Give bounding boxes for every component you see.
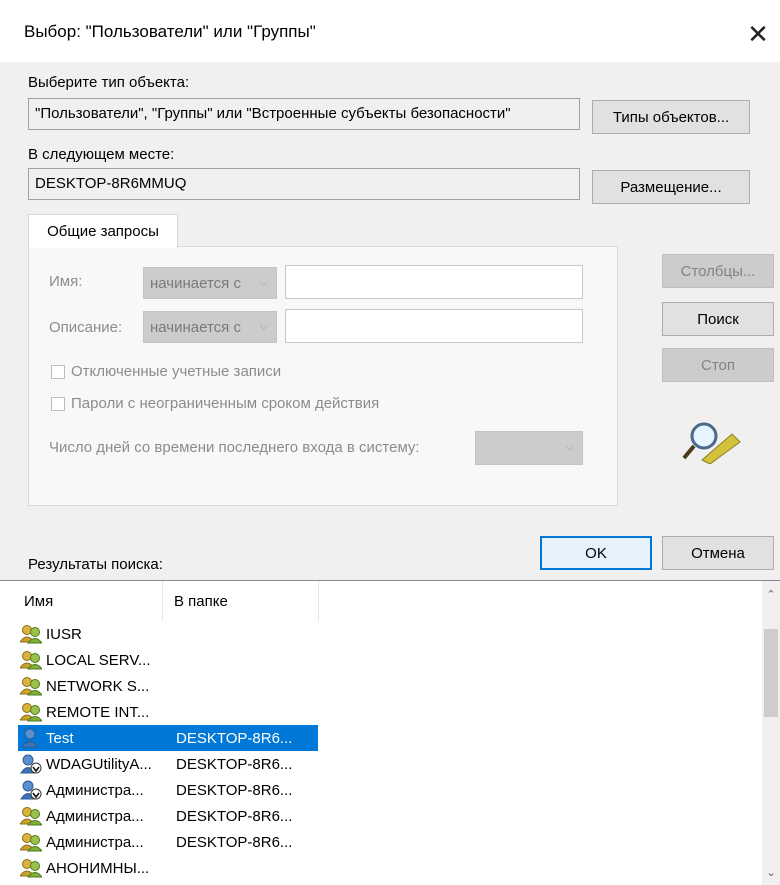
column-divider [162,581,163,621]
tab-common-queries[interactable]: Общие запросы [28,214,178,248]
row-folder: DESKTOP-8R6... [176,755,293,773]
close-icon[interactable]: ✕ [736,12,780,56]
table-row[interactable]: IUSR [18,621,318,647]
object-type-field: "Пользователи", "Группы" или "Встроенные… [28,98,580,130]
scroll-thumb[interactable] [764,629,778,717]
non-expiring-passwords-label: Пароли с неограниченным сроком действия [71,395,380,412]
column-header-name[interactable]: Имя [24,581,53,621]
columns-button[interactable]: Столбцы... [662,254,774,288]
description-match-combo-value: начинается с [150,318,241,336]
row-name: Test [46,729,74,747]
days-since-logon-label: Число дней со времени последнего входа в… [49,439,420,456]
row-folder: DESKTOP-8R6... [176,729,293,747]
object-type-label: Выберите тип объекта: [28,74,190,91]
chevron-down-icon: ⌵ [565,441,574,454]
group-icon [19,650,44,670]
user-icon [20,728,42,748]
title-bar: Выбор: "Пользователи" или "Группы" ✕ [0,0,780,62]
column-divider [318,581,319,621]
common-queries-panel: Имя: начинается с ⌵ Описание: начинается… [28,246,618,506]
location-label: В следующем месте: [28,146,175,163]
description-label: Описание: [49,319,123,336]
name-match-combo-value: начинается с [150,274,241,292]
row-name: NETWORK S... [46,677,150,695]
group-icon [19,624,44,644]
disabled-accounts-label: Отключенные учетные записи [71,363,282,380]
group-icon [19,832,44,852]
name-label: Имя: [49,273,83,290]
row-name: WDAGUtilityA... [46,755,152,773]
group-icon [19,806,44,826]
table-row[interactable]: LOCAL SERV... [18,647,318,673]
row-name: IUSR [46,625,82,643]
select-users-groups-dialog: Выбор: "Пользователи" или "Группы" ✕ Выб… [0,0,780,885]
search-magnifier-icon [682,422,741,464]
cancel-button[interactable]: Отмена [662,536,774,570]
row-folder: DESKTOP-8R6... [176,781,293,799]
scroll-down-icon[interactable]: ⌄ [762,863,780,881]
locations-button[interactable]: Размещение... [592,170,750,204]
row-name: Администра... [46,807,144,825]
group-icon [19,676,44,696]
table-row[interactable]: REMOTE INT... [18,699,318,725]
vertical-scrollbar[interactable]: ⌃ ⌄ [762,581,780,885]
group-icon [19,702,44,722]
chevron-down-icon: ⌵ [259,320,268,333]
days-since-logon-combo[interactable]: ⌵ [475,431,583,465]
search-button[interactable]: Поиск [662,302,774,336]
description-match-combo[interactable]: начинается с ⌵ [143,311,277,343]
row-name: Администра... [46,781,144,799]
row-folder: DESKTOP-8R6... [176,833,293,851]
stop-button[interactable]: Стоп [662,348,774,382]
name-match-combo[interactable]: начинается с ⌵ [143,267,277,299]
non-expiring-passwords-checkbox[interactable] [51,397,65,411]
scroll-up-icon[interactable]: ⌃ [762,585,780,603]
ok-button[interactable]: OK [540,536,652,570]
search-results-list[interactable]: Имя В папке IUSR LOCAL SERV... NETWORK S..… [0,580,780,885]
disabled-accounts-checkbox[interactable] [51,365,65,379]
row-name: Администра... [46,833,144,851]
description-input[interactable] [285,309,583,343]
table-row[interactable]: Администра... DESKTOP-8R6... [18,803,318,829]
search-results-label: Результаты поиска: [28,556,163,573]
window-title: Выбор: "Пользователи" или "Группы" [24,22,316,41]
name-input[interactable] [285,265,583,299]
disabled-user-icon [20,754,42,774]
table-row[interactable]: АНОНИМНЫ... [18,855,318,881]
column-header-folder[interactable]: В папке [174,581,228,621]
row-name: АНОНИМНЫ... [46,859,150,877]
object-types-button[interactable]: Типы объектов... [592,100,750,134]
group-icon [19,858,44,878]
table-row[interactable]: WDAGUtilityA... DESKTOP-8R6... [18,751,318,777]
row-name: REMOTE INT... [46,703,150,721]
disabled-user-icon [20,780,42,800]
chevron-down-icon: ⌵ [259,276,268,289]
table-row[interactable]: Test DESKTOP-8R6... [18,725,318,751]
row-name: LOCAL SERV... [46,651,151,669]
table-row[interactable]: NETWORK S... [18,673,318,699]
location-field: DESKTOP-8R6MMUQ [28,168,580,200]
row-folder: DESKTOP-8R6... [176,807,293,825]
table-row[interactable]: Администра... DESKTOP-8R6... [18,829,318,855]
table-row[interactable]: Администра... DESKTOP-8R6... [18,777,318,803]
